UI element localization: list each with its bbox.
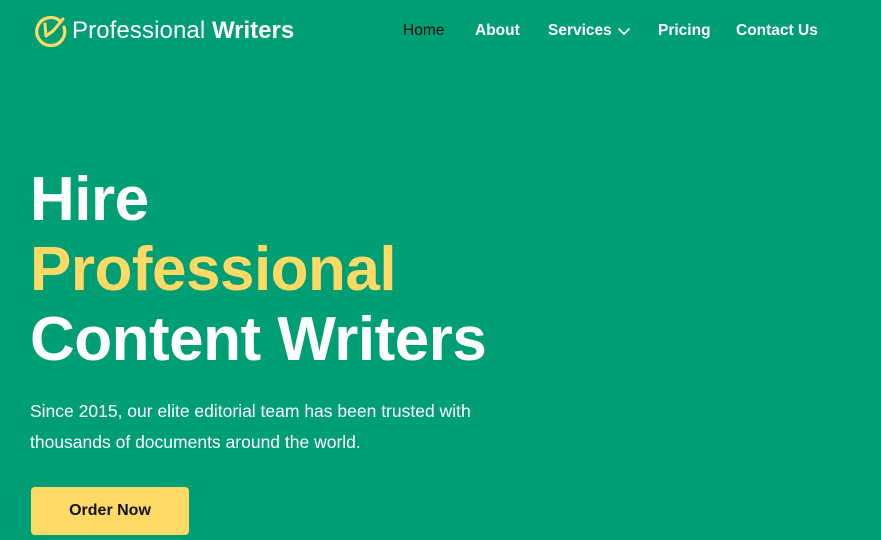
- nav-item-services-label: Services: [548, 22, 612, 39]
- nav-item-pricing[interactable]: Pricing: [658, 20, 711, 42]
- hero-title-line-3: Content Writers: [30, 305, 487, 374]
- nav-item-services[interactable]: Services: [548, 20, 630, 42]
- hero-title-line-1: Hire: [30, 165, 149, 234]
- chevron-down-icon: [617, 28, 630, 35]
- hero-subtitle: Since 2015, our elite editorial team has…: [30, 401, 471, 452]
- nav-item-contact-us[interactable]: Contact Us: [736, 20, 818, 42]
- nav-item-home[interactable]: Home: [403, 20, 444, 42]
- hero-title: Hire Professional Content Writers: [30, 165, 487, 375]
- site-header: Professional Writers Home About Services…: [0, 0, 881, 60]
- main-nav: Home About Services Pricing Contact Us: [0, 20, 881, 42]
- hero-title-line-2: Professional: [30, 235, 397, 304]
- nav-item-about[interactable]: About: [475, 20, 520, 42]
- order-now-button[interactable]: Order Now: [31, 487, 189, 535]
